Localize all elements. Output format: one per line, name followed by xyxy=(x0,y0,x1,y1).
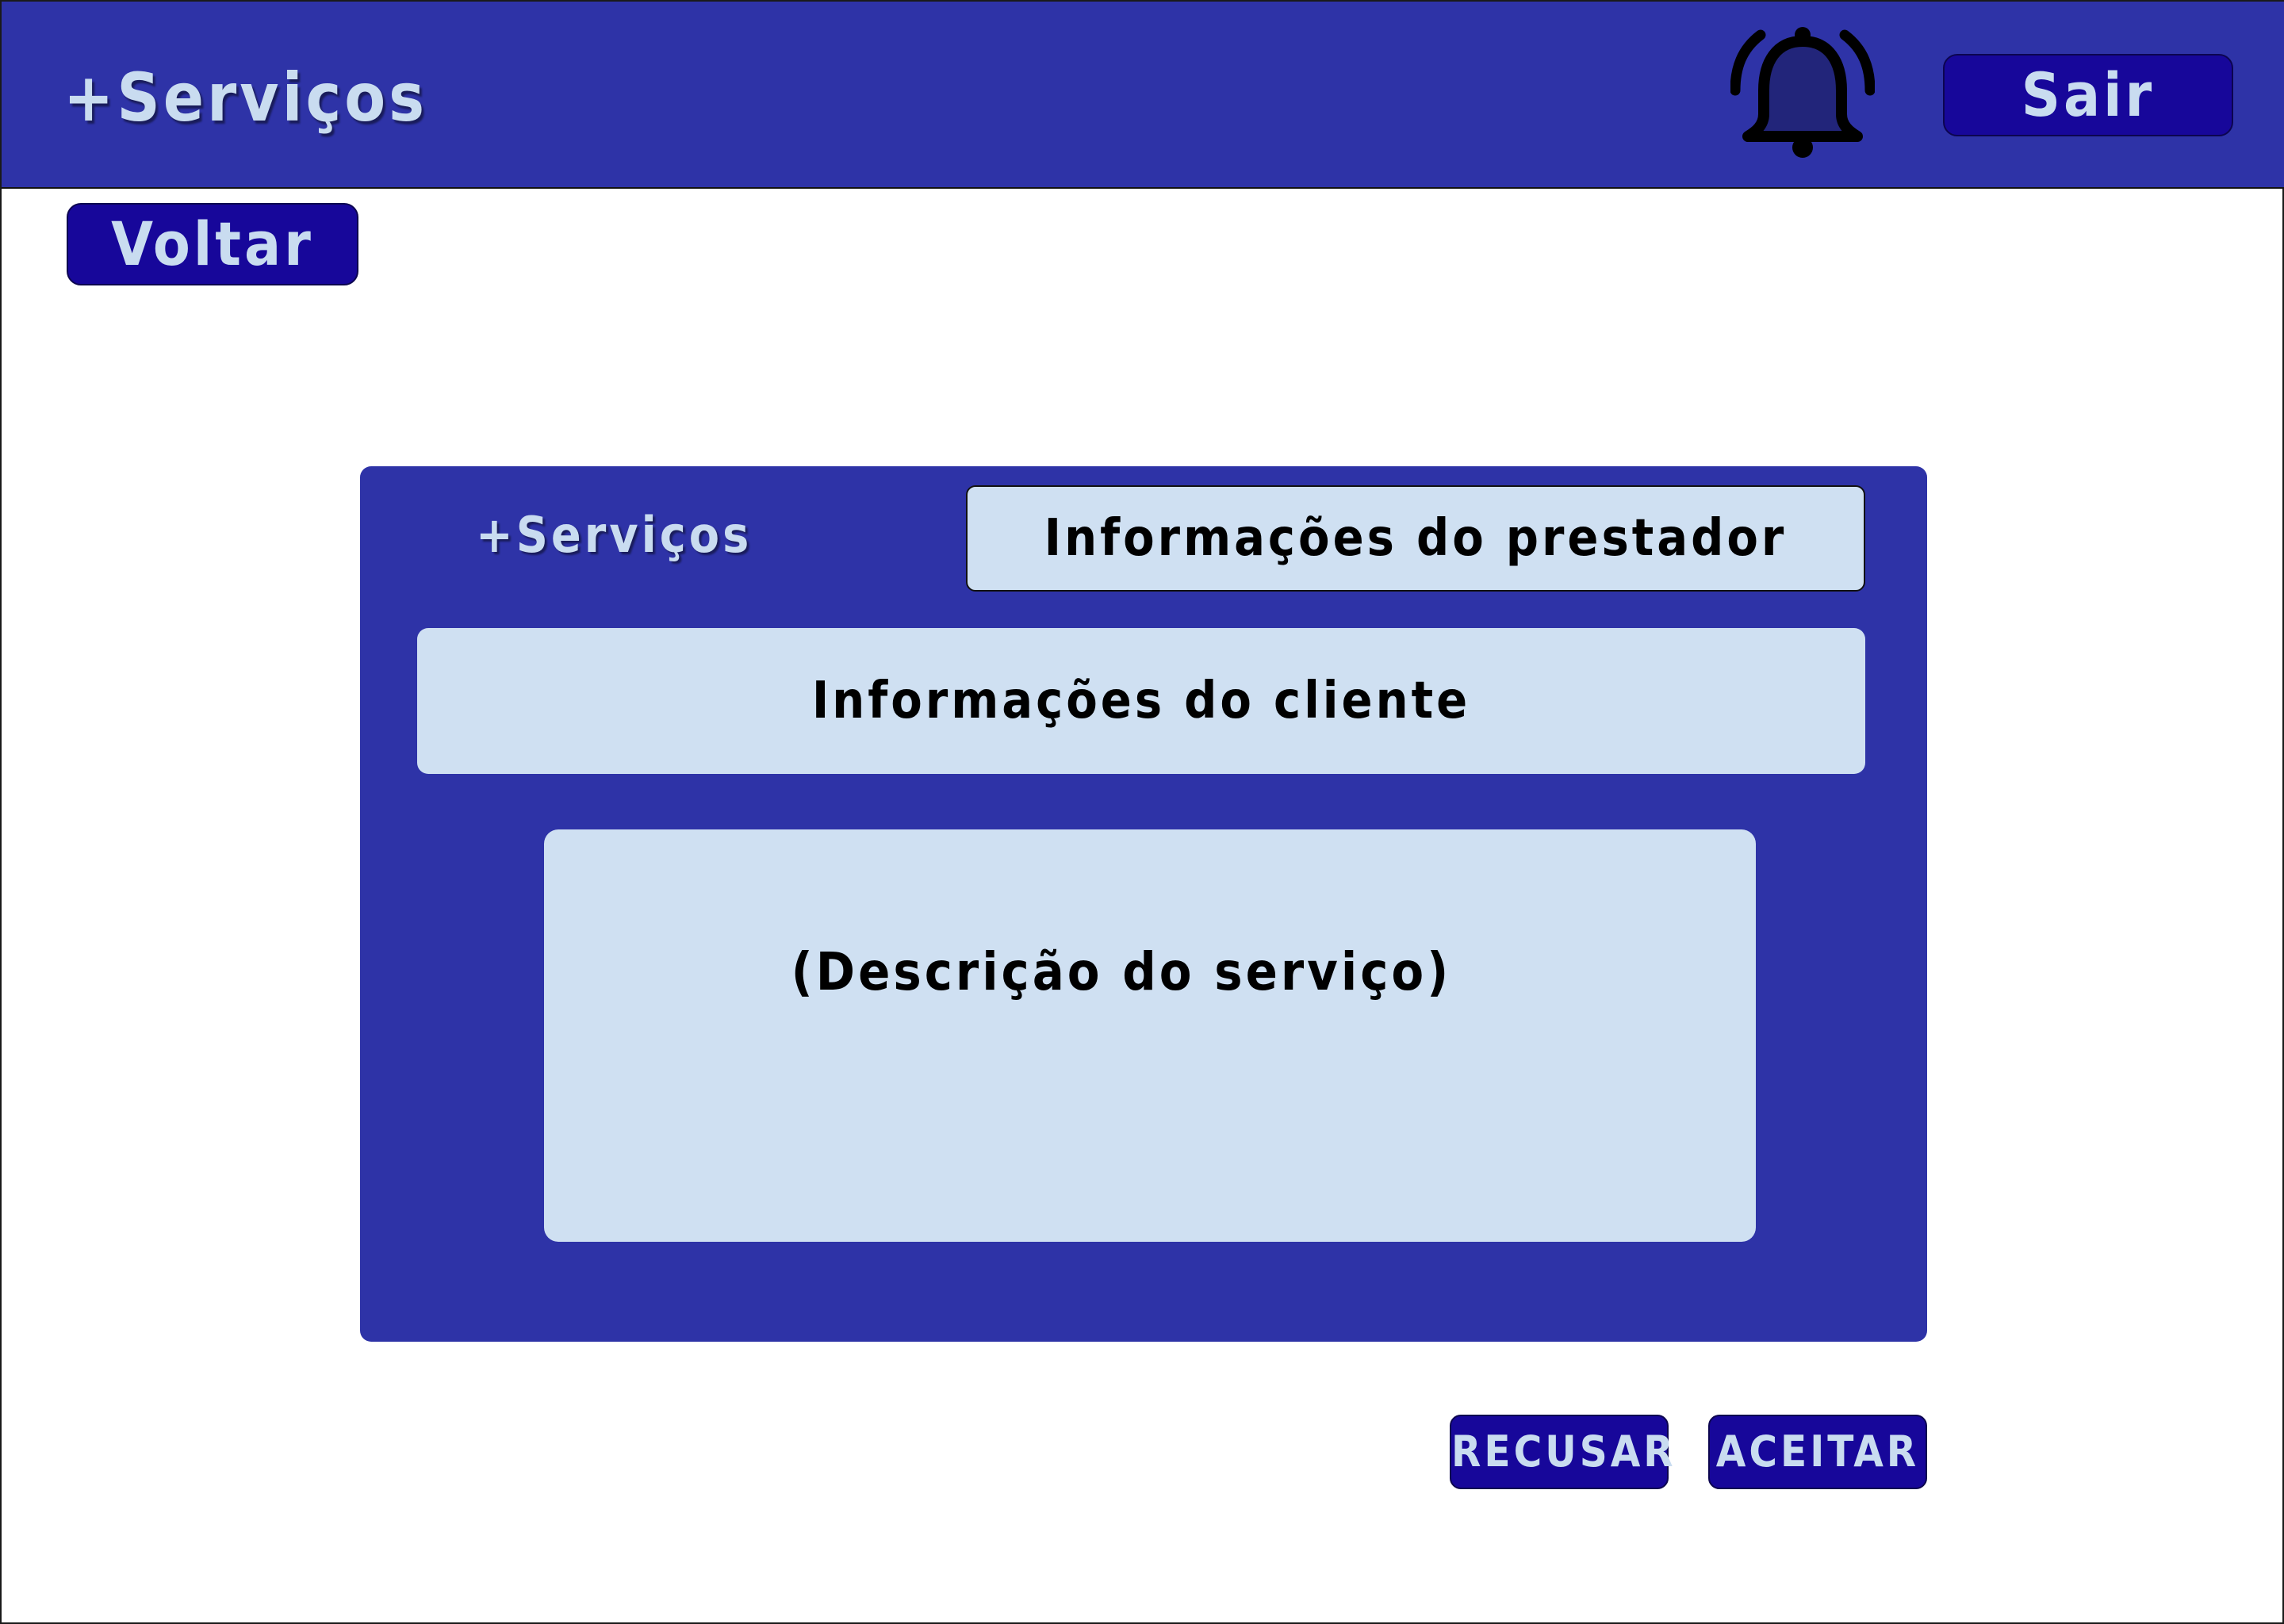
back-button[interactable]: Voltar xyxy=(67,203,358,285)
client-info-panel: Informações do cliente xyxy=(417,628,1865,774)
top-bar: +Serviços Sair xyxy=(2,2,2284,189)
brand-logo: +Serviços xyxy=(63,59,428,136)
service-description-box: (Descrição do serviço) xyxy=(544,829,1756,1242)
card-brand-logo: +Serviços xyxy=(476,506,753,564)
app-frame: +Serviços Sair Voltar +Serviços Informaç… xyxy=(0,0,2284,1624)
accept-button[interactable]: ACEITAR xyxy=(1708,1415,1927,1489)
reject-button[interactable]: RECUSAR xyxy=(1450,1415,1673,1489)
exit-button[interactable]: Sair xyxy=(1943,54,2233,136)
provider-info-tab[interactable]: Informações do prestador xyxy=(966,485,1865,592)
service-description-text: (Descrição do serviço) xyxy=(791,941,1452,1002)
bell-icon[interactable] xyxy=(1730,24,1875,163)
